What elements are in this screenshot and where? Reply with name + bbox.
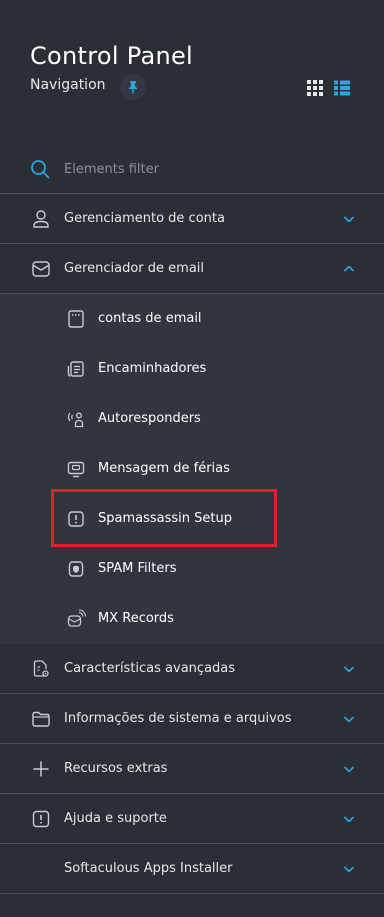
menu-item-label: Gerenciamento de conta (64, 211, 225, 226)
elements-filter-input[interactable] (64, 158, 354, 180)
document-gear-icon (33, 660, 49, 677)
plus-icon (33, 761, 49, 777)
submenu-item-mx-records[interactable]: MX Records (0, 594, 384, 644)
submenu-item-autoresponders[interactable]: Autoresponders (0, 394, 384, 444)
submenu-item-label: MX Records (98, 611, 174, 626)
grid-view-icon (307, 80, 323, 96)
menu-item-caracteristicas-avancadas[interactable]: Características avançadas (0, 644, 384, 694)
page-title: Control Panel (30, 42, 194, 70)
pin-button[interactable] (120, 74, 146, 100)
user-icon (33, 210, 49, 228)
menu-item-label: Softaculous Apps Installer (64, 861, 233, 876)
submenu-item-encaminhadores[interactable]: Encaminhadores (0, 344, 384, 394)
chevron-down-icon (343, 766, 355, 773)
menu-item-informacoes-de-sistema[interactable]: Informações de sistema e arquivos (0, 694, 384, 744)
menu-item-label: Características avançadas (64, 661, 236, 676)
menu-item-label: Informações de sistema e arquivos (64, 711, 292, 726)
search-icon (31, 160, 50, 179)
autoresponder-icon (67, 412, 84, 428)
chevron-down-icon (343, 666, 355, 673)
menu-item-label: Ajuda e suporte (64, 811, 167, 826)
navigation-subtitle: Navigation (30, 77, 106, 93)
menu-item-gerenciador-de-email[interactable]: Gerenciador de email (0, 244, 384, 294)
submenu-item-label: Autoresponders (98, 411, 201, 426)
email-account-icon (68, 310, 84, 328)
panel-header: Control Panel Navigation (0, 0, 384, 140)
mx-records-icon (67, 609, 86, 627)
menu-item-ajuda-e-suporte[interactable]: Ajuda e suporte (0, 794, 384, 844)
vacation-message-icon (67, 461, 85, 478)
submenu-item-contas-de-email[interactable]: contas de email (0, 294, 384, 344)
elements-filter (0, 144, 384, 194)
menu-item-gerenciamento-de-conta[interactable]: Gerenciamento de conta (0, 194, 384, 244)
envelope-icon (32, 261, 50, 277)
pin-icon (129, 81, 137, 94)
submenu-item-label: Encaminhadores (98, 361, 207, 376)
spam-filter-icon (68, 561, 84, 577)
menu-item-label: Gerenciador de email (64, 261, 205, 276)
submenu-item-mensagem-de-ferias[interactable]: Mensagem de férias (0, 444, 384, 494)
submenu-item-label: SPAM Filters (98, 561, 177, 576)
list-view-button[interactable] (333, 79, 351, 97)
chevron-up-icon (343, 265, 355, 272)
grid-view-button[interactable] (306, 79, 324, 97)
menu-item-softaculous-apps-installer[interactable]: Softaculous Apps Installer (0, 844, 384, 894)
submenu-item-spam-filters[interactable]: SPAM Filters (0, 544, 384, 594)
list-view-icon (334, 80, 350, 96)
menu-item-label: Recursos extras (64, 761, 168, 776)
submenu-item-label: Spamassassin Setup (98, 511, 232, 526)
email-submenu: contas de email Encaminhadores Autorespo… (0, 294, 384, 644)
chevron-down-icon (343, 866, 355, 873)
chevron-down-icon (343, 716, 355, 723)
chevron-down-icon (343, 216, 355, 223)
alert-icon (32, 810, 50, 828)
forwarder-icon (67, 361, 84, 377)
folder-icon (32, 711, 50, 727)
submenu-item-label: contas de email (98, 311, 202, 326)
chevron-down-icon (343, 816, 355, 823)
spamassassin-icon (68, 511, 84, 527)
submenu-item-label: Mensagem de férias (98, 461, 230, 476)
submenu-item-spamassassin-setup[interactable]: Spamassassin Setup (0, 494, 384, 544)
menu-item-recursos-extras[interactable]: Recursos extras (0, 744, 384, 794)
